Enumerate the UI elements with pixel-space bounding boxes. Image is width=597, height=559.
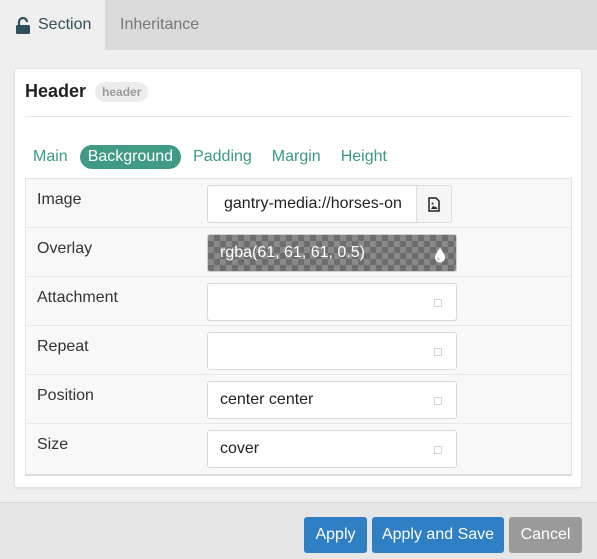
tab-inheritance-label: Inheritance: [120, 16, 200, 33]
dropdown-icon: [434, 348, 442, 356]
card-badge: header: [95, 81, 149, 102]
background-settings-panel: Image gantry-media://horses-on Overlay r…: [25, 178, 572, 476]
subtab-main[interactable]: Main: [25, 145, 76, 169]
subtab-margin[interactable]: Margin: [264, 145, 329, 169]
overlay-label: Overlay: [37, 240, 93, 257]
size-label: Size: [37, 436, 69, 453]
repeat-label: Repeat: [37, 338, 89, 355]
field-row-position: Position center center: [26, 375, 571, 424]
attachment-select[interactable]: [207, 283, 457, 321]
image-label: Image: [37, 191, 82, 208]
field-row-overlay: Overlay rgba(61, 61, 61, 0.5): [26, 228, 571, 277]
apply-and-save-button[interactable]: Apply and Save: [372, 517, 504, 553]
apply-button[interactable]: Apply: [304, 517, 367, 553]
overlay-color-input[interactable]: rgba(61, 61, 61, 0.5): [207, 234, 457, 272]
size-value: cover: [220, 440, 260, 457]
pick-image-button[interactable]: [416, 185, 452, 223]
cancel-button[interactable]: Cancel: [509, 517, 582, 553]
field-row-attachment: Attachment: [26, 277, 571, 326]
position-select[interactable]: center center: [207, 381, 457, 419]
tab-section-label: Section: [38, 16, 92, 33]
image-input[interactable]: gantry-media://horses-on: [207, 185, 417, 223]
section-card: Header header Main Background Padding Ma…: [14, 68, 582, 488]
overlay-value: rgba(61, 61, 61, 0.5): [220, 244, 365, 261]
tab-inheritance[interactable]: Inheritance: [105, 0, 199, 50]
dialog-footer: Apply Apply and Save Cancel: [0, 502, 597, 559]
unlock-icon: [16, 16, 30, 34]
subtab-padding[interactable]: Padding: [185, 145, 260, 169]
field-row-size: Size cover: [26, 424, 571, 473]
size-select[interactable]: cover: [207, 430, 457, 468]
top-tab-bar: Section Inheritance: [0, 0, 597, 50]
attachment-label: Attachment: [37, 289, 118, 306]
tab-section[interactable]: Section: [0, 0, 105, 50]
image-file-icon: [428, 196, 440, 212]
color-drop-icon[interactable]: [434, 247, 446, 263]
field-row-image: Image gantry-media://horses-on: [26, 179, 571, 228]
dropdown-icon: [434, 299, 442, 307]
position-value: center center: [220, 391, 314, 408]
sub-tab-bar: Main Background Padding Margin Height: [25, 145, 399, 169]
dropdown-icon: [434, 446, 442, 454]
card-title: Header: [25, 81, 87, 101]
divider: [25, 116, 571, 117]
position-label: Position: [37, 387, 94, 404]
dropdown-icon: [434, 397, 442, 405]
field-row-repeat: Repeat: [26, 326, 571, 375]
subtab-height[interactable]: Height: [333, 145, 395, 169]
card-header: Header header: [25, 81, 149, 102]
subtab-background[interactable]: Background: [79, 145, 182, 169]
repeat-select[interactable]: [207, 332, 457, 370]
